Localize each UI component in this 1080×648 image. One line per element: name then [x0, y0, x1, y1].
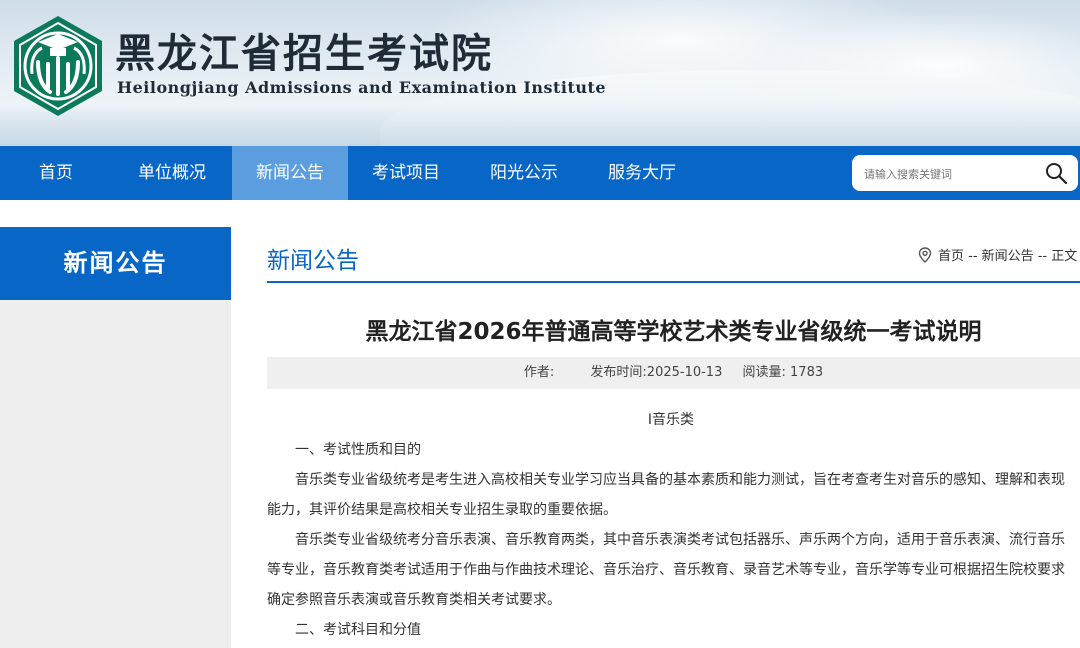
- author-label: 作者:: [523, 365, 555, 380]
- site-title: 黑龙江省招生考试院: [115, 30, 493, 77]
- site-subtitle: Heilongjiang Admissions and Examination …: [117, 78, 607, 97]
- institute-logo-icon[interactable]: [8, 14, 108, 118]
- paragraph-1: 音乐类专业省级统考是考生进入高校相关专业学习应当具备的基本素质和能力测试，旨在考…: [267, 472, 1065, 518]
- breadcrumb-text[interactable]: 首页 -- 新闻公告 -- 正文: [938, 249, 1077, 264]
- publish-date: 发布时间:2025-10-13: [590, 365, 723, 380]
- section-title: 新闻公告: [267, 248, 359, 274]
- nav-news[interactable]: 新闻公告: [232, 146, 348, 200]
- section-divider: [267, 281, 1080, 283]
- article-title: 黑龙江省2026年普通高等学校艺术类专业省级统一考试说明: [365, 319, 982, 345]
- nav-public[interactable]: 阳光公示: [464, 146, 584, 200]
- nav-about[interactable]: 单位概况: [112, 146, 232, 200]
- article-meta: 作者: 发布时间:2025-10-13 阅读量: 1783: [267, 357, 1080, 389]
- section-heading-2: 二、考试科目和分值: [295, 622, 421, 638]
- article-body: Ⅰ音乐类 一、考试性质和目的 音乐类专业省级统考是考生进入高校相关专业学习应当具…: [267, 405, 1075, 645]
- nav-home[interactable]: 首页: [0, 146, 112, 200]
- header-banner: 黑龙江省招生考试院 Heilongjiang Admissions and Ex…: [0, 0, 1080, 146]
- search-input[interactable]: [862, 163, 1036, 185]
- breadcrumb: 首页 -- 新闻公告 -- 正文: [918, 245, 1077, 264]
- section-heading-1: 一、考试性质和目的: [295, 442, 421, 458]
- nav-services[interactable]: 服务大厅: [584, 146, 700, 200]
- main-nav: 首页 单位概况 新闻公告 考试项目 阳光公示 服务大厅: [0, 146, 1080, 200]
- search-box: [852, 155, 1078, 191]
- sidebar-title: 新闻公告: [0, 227, 231, 300]
- paragraph-2: 音乐类专业省级统考分音乐表演、音乐教育两类，其中音乐表演类考试包括器乐、声乐两个…: [267, 532, 1065, 608]
- read-count: 阅读量: 1783: [742, 365, 824, 380]
- sidebar-body: [0, 300, 231, 648]
- article-subheading: Ⅰ音乐类: [647, 412, 695, 428]
- location-pin-icon: [918, 247, 932, 263]
- search-icon[interactable]: [1044, 161, 1068, 185]
- nav-exams[interactable]: 考试项目: [348, 146, 464, 200]
